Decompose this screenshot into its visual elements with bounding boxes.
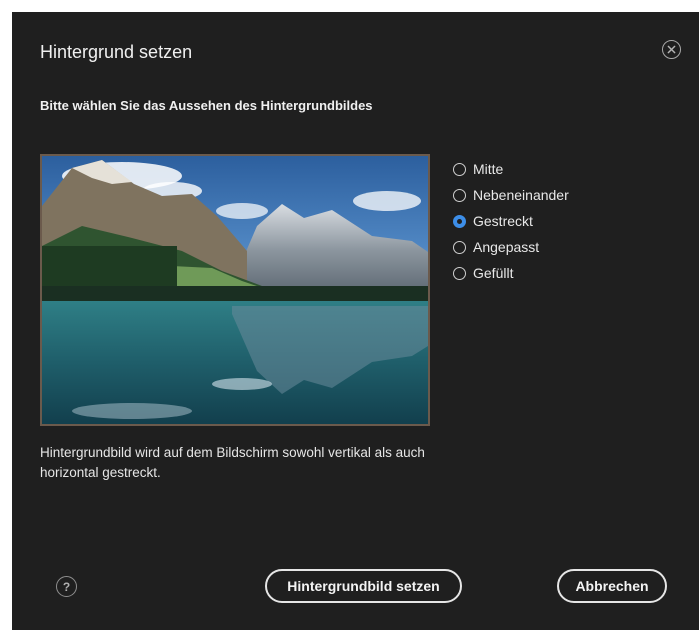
- option-label: Nebeneinander: [473, 187, 569, 203]
- option-label: Angepasst: [473, 239, 540, 255]
- option-nebeneinander[interactable]: Nebeneinander: [453, 182, 569, 208]
- cancel-button[interactable]: Abbrechen: [557, 569, 667, 603]
- option-angepasst[interactable]: Angepasst: [453, 234, 569, 260]
- option-label: Gestreckt: [473, 213, 533, 229]
- radio-button-icon[interactable]: [453, 162, 466, 176]
- radio-button-selected-icon[interactable]: [453, 214, 466, 228]
- close-x-glyph: [667, 45, 676, 54]
- option-gefuellt[interactable]: Gefüllt: [453, 260, 569, 286]
- display-mode-options: Mitte Nebeneinander Gestreckt Angepasst …: [453, 156, 569, 286]
- radio-button-icon[interactable]: [453, 188, 466, 202]
- dialog-subtitle: Bitte wählen Sie das Aussehen des Hinter…: [40, 98, 373, 113]
- set-wallpaper-button[interactable]: Hintergrundbild setzen: [265, 569, 462, 603]
- mountain-lake-image: [42, 156, 428, 424]
- help-icon[interactable]: ?: [56, 576, 77, 597]
- option-description: Hintergrundbild wird auf dem Bildschirm …: [40, 445, 425, 480]
- close-icon[interactable]: [662, 40, 681, 59]
- option-label: Gefüllt: [473, 265, 514, 281]
- dialog-title: Hintergrund setzen: [40, 42, 193, 62]
- option-gestreckt[interactable]: Gestreckt: [453, 208, 569, 234]
- wallpaper-dialog: Hintergrund setzen Bitte wählen Sie das …: [12, 12, 699, 630]
- option-mitte[interactable]: Mitte: [453, 156, 569, 182]
- radio-button-icon[interactable]: [453, 240, 466, 254]
- radio-button-icon[interactable]: [453, 266, 466, 280]
- wallpaper-preview: [40, 154, 430, 426]
- option-label: Mitte: [473, 161, 504, 177]
